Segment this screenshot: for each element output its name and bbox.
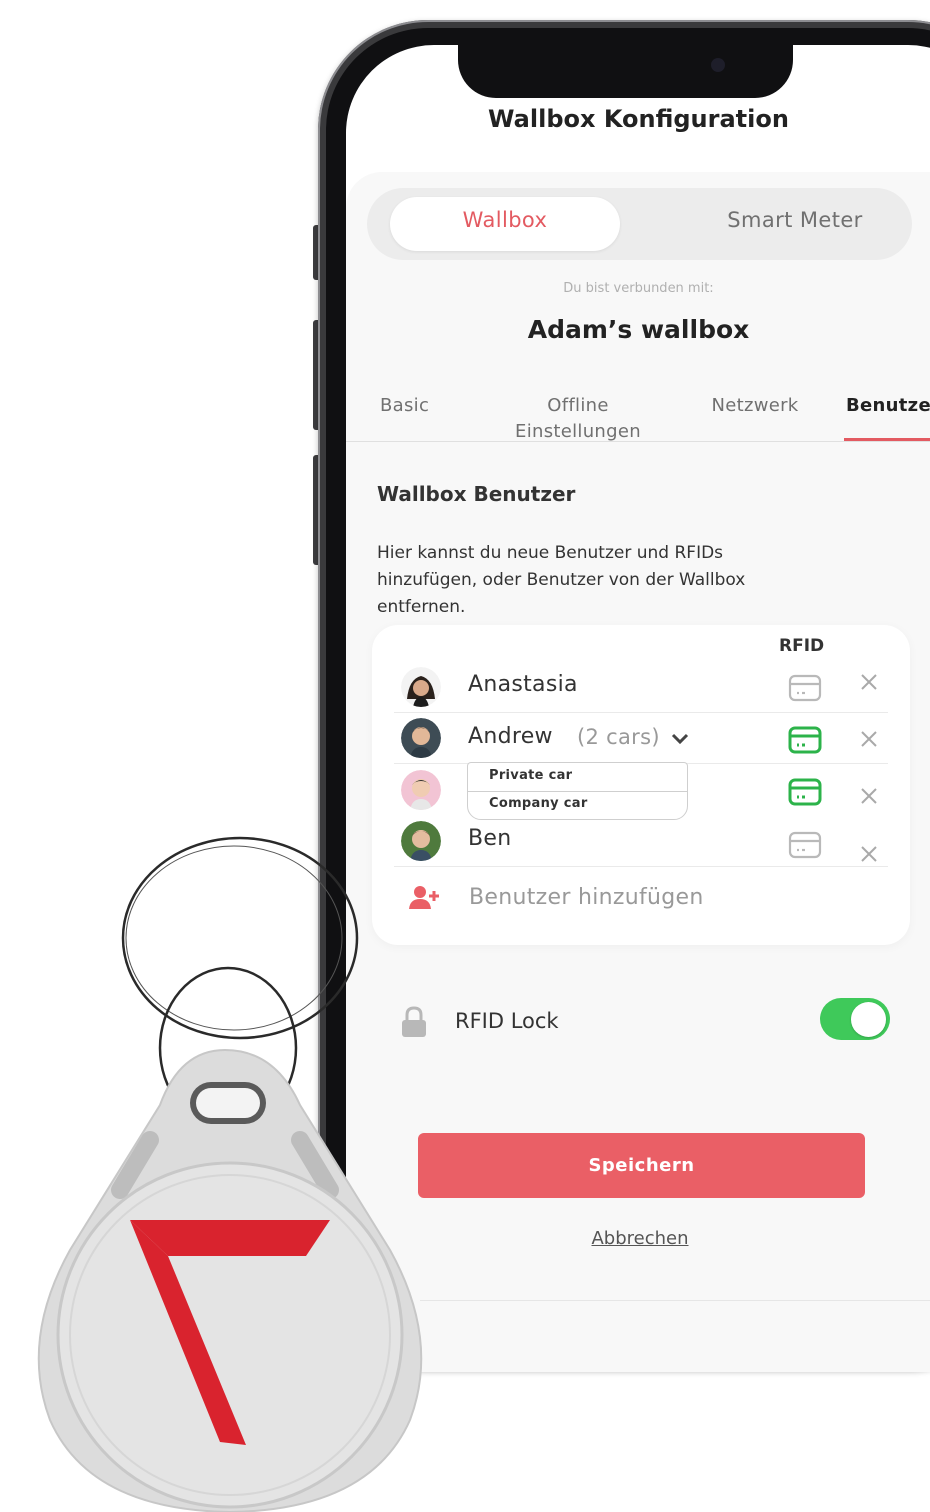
- close-icon[interactable]: [858, 843, 880, 865]
- avatar: [401, 770, 441, 810]
- rfid-column-header: RFID: [779, 636, 825, 656]
- phone-notch: [458, 40, 793, 98]
- card-icon[interactable]: [788, 726, 822, 754]
- camera-icon: [711, 58, 725, 72]
- save-button[interactable]: Speichern: [418, 1133, 865, 1198]
- avatar: [401, 718, 441, 758]
- cancel-link[interactable]: Abbrechen: [540, 1228, 740, 1249]
- cars-count[interactable]: (2 cars): [577, 725, 660, 749]
- tab-network[interactable]: Netzwerk: [700, 393, 810, 419]
- user-name[interactable]: Ben: [468, 826, 511, 851]
- rfid-key-fob-image: [37, 836, 423, 1512]
- page-title: Wallbox Konfiguration: [488, 105, 789, 133]
- row-divider: [394, 866, 888, 867]
- tabs-divider: [346, 441, 930, 442]
- section-description: Hier kannst du neue Benutzer und RFIDs h…: [377, 543, 746, 617]
- user-name[interactable]: Andrew: [468, 724, 553, 749]
- segment-wallbox[interactable]: Wallbox: [390, 208, 620, 232]
- tab-users[interactable]: Benutze: [846, 393, 930, 419]
- tab-basic[interactable]: Basic: [380, 393, 429, 419]
- card-icon[interactable]: [788, 778, 822, 806]
- avatar: [401, 667, 441, 707]
- card-icon[interactable]: [788, 674, 822, 702]
- tab-offline-settings[interactable]: Offline Einstellungen: [496, 393, 660, 445]
- toggle-knob: [851, 1002, 886, 1037]
- active-tab-indicator: [844, 438, 930, 441]
- close-icon[interactable]: [858, 785, 880, 807]
- segment-smart-meter[interactable]: Smart Meter: [660, 208, 930, 232]
- bottom-divider: [420, 1300, 930, 1301]
- user-name[interactable]: Anastasia: [468, 672, 578, 697]
- car-option-company[interactable]: Company car: [489, 796, 588, 811]
- card-icon[interactable]: [788, 831, 822, 859]
- connection-label: Du bist verbunden mit:: [563, 281, 714, 296]
- dropdown-divider: [467, 791, 688, 792]
- wallbox-name: Adam’s wallbox: [527, 315, 750, 344]
- section-title: Wallbox Benutzer: [377, 482, 576, 506]
- chevron-down-icon[interactable]: [671, 733, 689, 745]
- car-option-private[interactable]: Private car: [489, 768, 572, 783]
- close-icon[interactable]: [858, 671, 880, 693]
- close-icon[interactable]: [858, 728, 880, 750]
- row-divider: [394, 712, 888, 713]
- add-user-button[interactable]: Benutzer hinzufügen: [469, 885, 704, 910]
- rfid-lock-label: RFID Lock: [455, 1009, 559, 1033]
